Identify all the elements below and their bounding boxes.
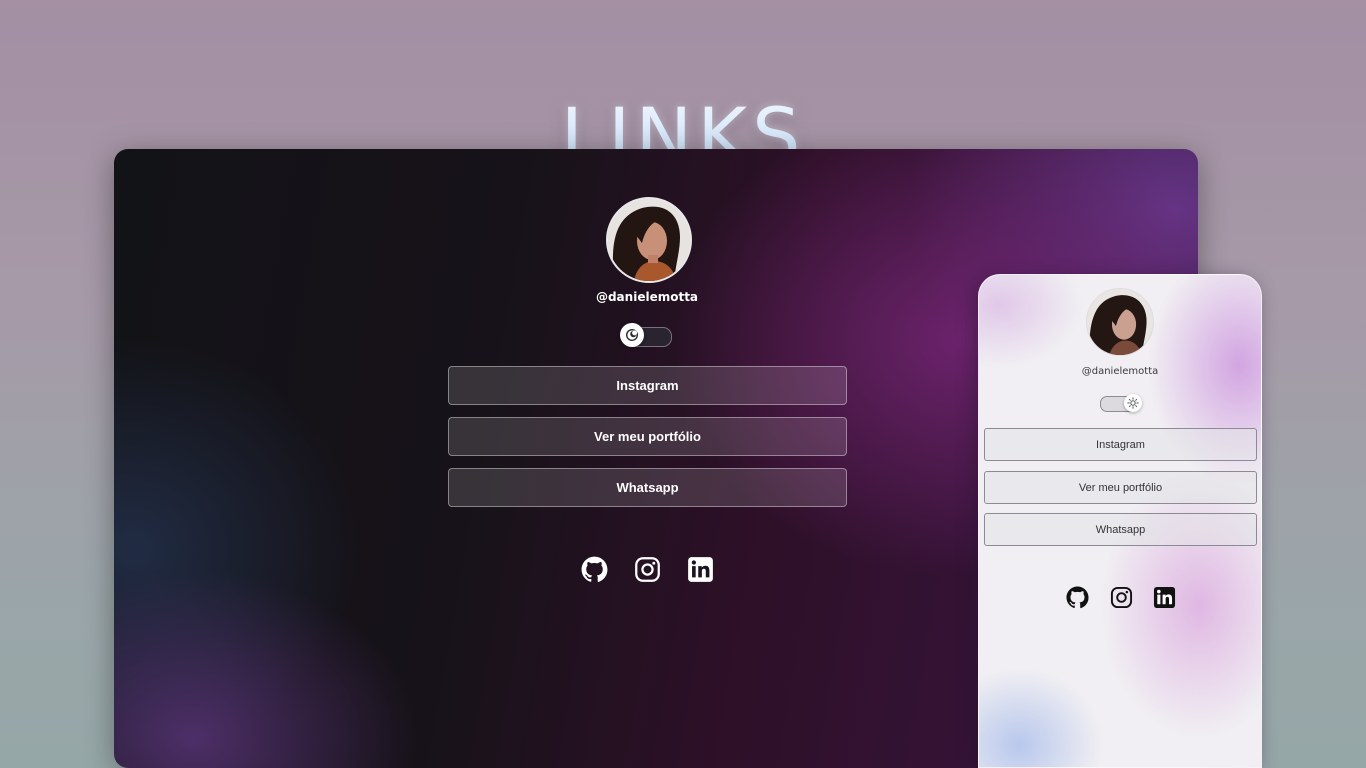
theme-toggle[interactable] (620, 323, 672, 347)
instagram-link[interactable] (1109, 585, 1133, 609)
username: @danielemotta (1081, 366, 1159, 377)
linkedin-icon (687, 556, 713, 582)
avatar-photo (608, 199, 690, 281)
instagram-icon (1110, 586, 1132, 608)
avatar-photo (1087, 289, 1153, 355)
whatsapp-button[interactable]: Whatsapp (984, 513, 1257, 546)
toggle-knob[interactable] (1124, 394, 1142, 412)
mobile-preview: @danielemotta Instagram Ver meu portfóli… (978, 274, 1262, 768)
whatsapp-button[interactable]: Whatsapp (448, 468, 847, 507)
github-icon (1065, 585, 1089, 608)
avatar (1086, 288, 1154, 356)
linkedin-link[interactable] (1152, 585, 1176, 609)
github-link[interactable] (1065, 585, 1089, 609)
instagram-button[interactable]: Instagram (448, 366, 847, 405)
avatar (606, 197, 692, 283)
theme-toggle[interactable] (1100, 394, 1142, 412)
sun-icon (1127, 397, 1139, 409)
portfolio-button[interactable]: Ver meu portfólio (984, 471, 1257, 504)
instagram-link[interactable] (633, 555, 661, 583)
github-icon (581, 556, 607, 582)
instagram-button[interactable]: Instagram (984, 428, 1257, 461)
linkedin-link[interactable] (686, 555, 714, 583)
moon-icon (626, 329, 638, 341)
portfolio-button[interactable]: Ver meu portfólio (448, 417, 847, 456)
linkedin-icon (1153, 586, 1175, 608)
toggle-knob[interactable] (620, 323, 644, 347)
instagram-icon (634, 556, 660, 582)
github-link[interactable] (580, 555, 608, 583)
